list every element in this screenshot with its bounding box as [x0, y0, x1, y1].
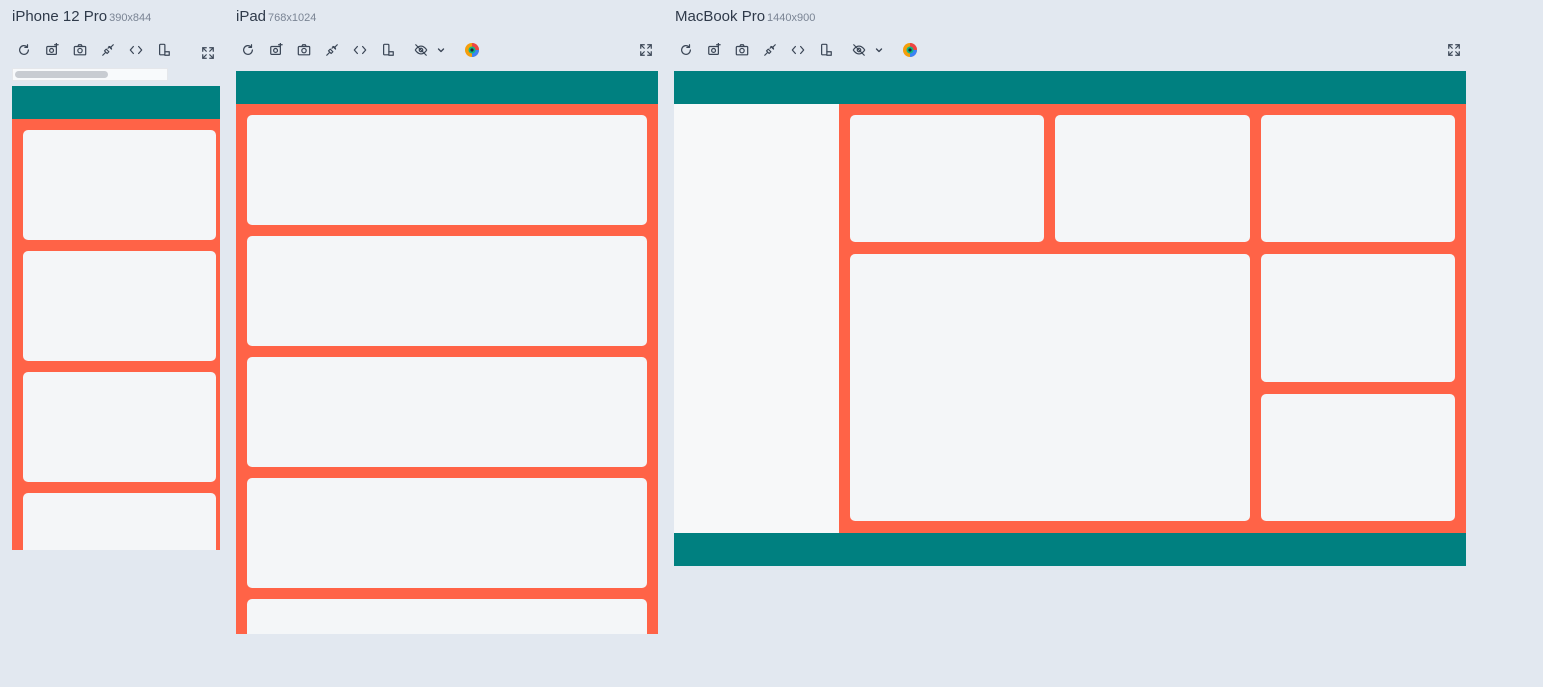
code-button[interactable] [787, 40, 809, 60]
layout-footer [674, 533, 1466, 566]
refresh-icon [19, 44, 29, 55]
device-dimensions: 390x844 [109, 12, 152, 24]
device-viewport [236, 71, 658, 634]
device-viewport [12, 86, 220, 550]
device-header: MacBook Pro 1440x900 [675, 8, 815, 26]
code-icon [791, 45, 805, 55]
layout-card-large [850, 254, 1250, 521]
device-header: iPhone 12 Pro 390x844 [12, 8, 151, 26]
code-icon [353, 45, 367, 55]
layout-header [236, 71, 658, 104]
layout-card [247, 236, 647, 346]
disconnect-icon [764, 44, 776, 56]
device-dimensions: 1440x900 [767, 12, 816, 24]
layout-card [23, 493, 216, 550]
disconnect-icon [102, 44, 114, 56]
fullscreen-button[interactable] [197, 43, 219, 63]
hide-button[interactable] [410, 40, 432, 60]
code-button[interactable] [125, 40, 147, 60]
color-picker-icon [903, 43, 917, 57]
device-dimensions: 768x1024 [268, 12, 317, 24]
screenshot-button[interactable] [41, 40, 63, 60]
color-picker-button[interactable] [461, 40, 483, 60]
refresh-button[interactable] [675, 40, 697, 60]
layout-card [23, 130, 216, 240]
fullscreen-icon [640, 44, 652, 56]
device-name: iPad [236, 8, 267, 25]
layout-card [1055, 115, 1250, 242]
disconnect-button[interactable] [759, 40, 781, 60]
camera-button[interactable] [69, 40, 91, 60]
rotate-button[interactable] [377, 40, 399, 60]
rotate-button[interactable] [153, 40, 175, 60]
device-viewport [674, 71, 1466, 566]
layout-card [850, 115, 1044, 242]
layout-sidebar [674, 104, 839, 533]
screenshot-icon [46, 43, 59, 55]
screenshot-button[interactable] [703, 40, 725, 60]
refresh-button[interactable] [13, 40, 35, 60]
layout-card [247, 357, 647, 467]
hide-button[interactable] [848, 40, 870, 60]
camera-icon [735, 44, 749, 56]
camera-button[interactable] [731, 40, 753, 60]
camera-button[interactable] [293, 40, 315, 60]
rotate-icon [383, 43, 394, 56]
fullscreen-icon [202, 47, 214, 59]
refresh-icon [681, 44, 691, 55]
layout-card [23, 372, 216, 482]
device-toolbar [236, 40, 658, 60]
screenshot-icon [270, 43, 283, 55]
refresh-button[interactable] [237, 40, 259, 60]
layout-card [1261, 115, 1455, 242]
layout-card [247, 599, 647, 634]
layout-card [247, 115, 647, 225]
device-toolbar [674, 40, 1466, 60]
rotate-icon [821, 43, 832, 56]
color-picker-button[interactable] [899, 40, 921, 60]
fullscreen-icon [1448, 44, 1460, 56]
device-toolbar [12, 40, 220, 60]
fullscreen-button[interactable] [1443, 40, 1465, 60]
chevron-down-icon [437, 48, 445, 53]
color-picker-icon [465, 43, 479, 57]
layout-card [247, 478, 647, 588]
hide-dropdown-button[interactable] [430, 40, 452, 60]
hide-icon [852, 44, 866, 56]
disconnect-button[interactable] [97, 40, 119, 60]
disconnect-icon [326, 44, 338, 56]
fullscreen-button[interactable] [635, 40, 657, 60]
code-icon [129, 45, 143, 55]
disconnect-button[interactable] [321, 40, 343, 60]
scrollbar-thumb[interactable] [15, 71, 108, 78]
rotate-icon [159, 43, 170, 56]
camera-icon [297, 44, 311, 56]
screenshot-button[interactable] [265, 40, 287, 60]
device-name: MacBook Pro [675, 8, 766, 25]
horizontal-scrollbar[interactable] [12, 68, 168, 81]
device-name: iPhone 12 Pro [12, 8, 108, 25]
rotate-button[interactable] [815, 40, 837, 60]
layout-header [12, 86, 220, 119]
device-header: iPad 768x1024 [236, 8, 316, 26]
refresh-icon [243, 44, 253, 55]
hide-icon [414, 44, 428, 56]
layout-card [1261, 394, 1455, 521]
screenshot-icon [708, 43, 721, 55]
layout-header [674, 71, 1466, 104]
hide-dropdown-button[interactable] [868, 40, 890, 60]
layout-card [1261, 254, 1455, 382]
layout-card [23, 251, 216, 361]
camera-icon [73, 44, 87, 56]
code-button[interactable] [349, 40, 371, 60]
chevron-down-icon [875, 48, 883, 53]
